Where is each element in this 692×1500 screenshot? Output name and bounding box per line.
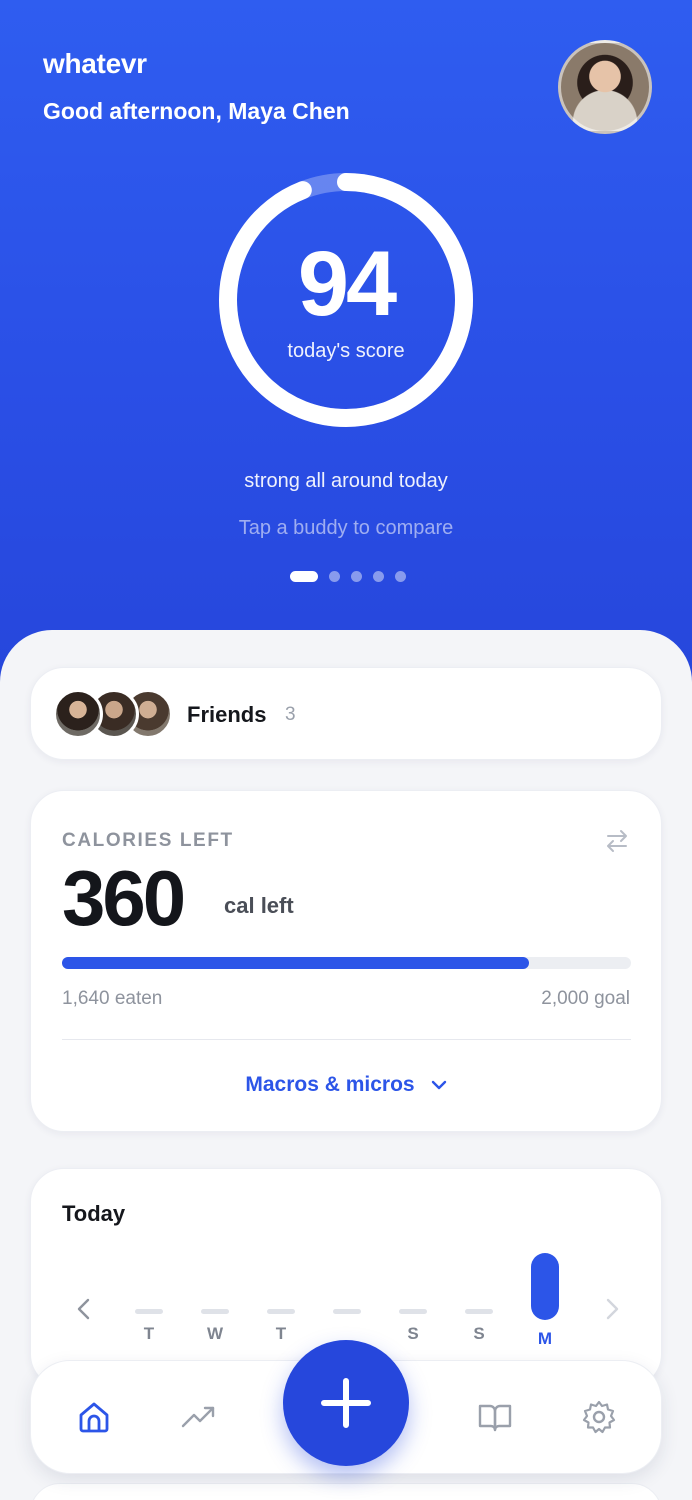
day-sun[interactable]: S	[459, 1309, 499, 1344]
book-icon[interactable]	[477, 1399, 513, 1435]
day-sat[interactable]: S	[393, 1309, 433, 1344]
page-indicator[interactable]	[290, 571, 406, 582]
calories-title: CALORIES LEFT	[62, 830, 234, 851]
chevron-down-icon	[431, 1080, 446, 1090]
day-fri[interactable]	[327, 1309, 367, 1324]
friends-card[interactable]: Friends 3	[30, 667, 662, 760]
day-mon[interactable]: M	[525, 1253, 565, 1349]
app-brand: whatevr	[43, 48, 147, 79]
friend-avatar-1	[53, 689, 103, 739]
active-day-bar	[531, 1253, 559, 1320]
day-tue[interactable]: T	[129, 1309, 169, 1344]
add-icon	[321, 1378, 371, 1428]
score-value: 94	[297, 233, 397, 335]
calories-left-value: 360	[62, 854, 186, 942]
gear-icon[interactable]	[581, 1399, 617, 1435]
friends-label: Friends	[187, 702, 267, 727]
score-status-text: strong all around today	[244, 470, 448, 492]
page-dot-1[interactable]	[290, 571, 318, 582]
compare-hint: Tap a buddy to compare	[238, 517, 454, 539]
calories-goal: 2,000 goal	[541, 988, 630, 1009]
calories-progress-bar	[62, 957, 631, 969]
avatar[interactable]	[558, 40, 652, 134]
greeting-text: Good afternoon, Maya Chen	[43, 98, 350, 124]
next-card	[30, 1483, 662, 1500]
day-thu[interactable]: T	[261, 1309, 301, 1344]
macros-label: Macros & micros	[245, 1073, 415, 1096]
score-label: today's score	[287, 340, 405, 362]
today-title: Today	[62, 1201, 126, 1226]
score-ring[interactable]: 94 today's score	[218, 172, 474, 428]
chevron-right-icon[interactable]	[601, 1297, 623, 1321]
calories-unit: cal left	[224, 893, 294, 918]
add-button[interactable]	[283, 1340, 409, 1466]
calories-progress-fill	[62, 957, 529, 969]
chevron-left-icon[interactable]	[73, 1297, 95, 1321]
hero-header: whatevr Good afternoon, Maya Chen 94 tod…	[0, 0, 692, 700]
calories-eaten: 1,640 eaten	[62, 988, 163, 1009]
trend-icon[interactable]	[181, 1399, 217, 1435]
swap-icon[interactable]	[603, 827, 631, 855]
macros-toggle-button[interactable]: Macros & micros	[31, 1067, 663, 1103]
page-dot-2[interactable]	[329, 571, 340, 582]
day-wed[interactable]: W	[195, 1309, 235, 1344]
page-dot-3[interactable]	[351, 571, 362, 582]
calories-card: CALORIES LEFT 360 cal left 1,640 eaten 2…	[30, 790, 662, 1132]
home-icon[interactable]	[76, 1399, 112, 1435]
divider	[62, 1039, 631, 1040]
page-dot-4[interactable]	[373, 571, 384, 582]
friends-count: 3	[285, 704, 296, 725]
page-dot-5[interactable]	[395, 571, 406, 582]
